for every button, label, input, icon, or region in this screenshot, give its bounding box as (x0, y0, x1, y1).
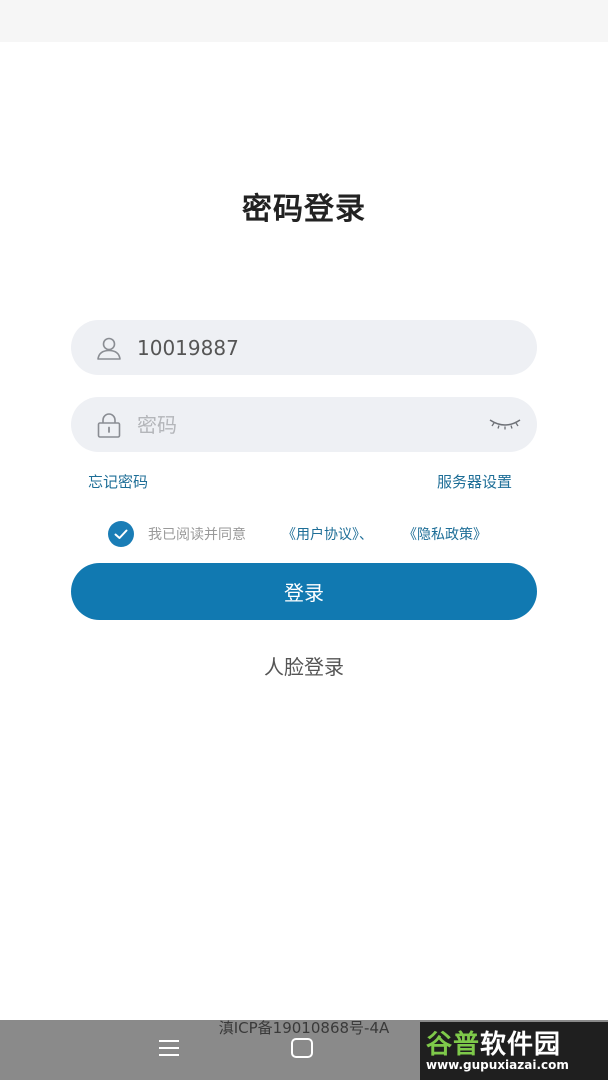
agreement-checkbox[interactable] (108, 521, 134, 547)
server-settings-link[interactable]: 服务器设置 (437, 471, 512, 492)
face-login-link[interactable]: 人脸登录 (0, 651, 608, 680)
username-input[interactable] (137, 320, 477, 375)
watermark-url: www.gupuxiazai.com (426, 1058, 569, 1072)
user-agreement-link[interactable]: 《用户协议》、 (282, 524, 373, 544)
watermark-logo: 谷普软件园 www.gupuxiazai.com (420, 1022, 608, 1080)
login-button[interactable]: 登录 (71, 563, 537, 620)
check-icon (114, 529, 128, 539)
eye-closed-icon[interactable] (487, 414, 523, 434)
watermark-brand-part1: 谷普 (426, 1030, 481, 1060)
password-input[interactable] (137, 397, 477, 452)
page-title: 密码登录 (242, 192, 366, 227)
home-icon[interactable] (290, 1037, 314, 1063)
user-icon (95, 334, 123, 362)
status-bar (0, 0, 608, 42)
privacy-policy-link[interactable]: 《隐私政策》 (403, 524, 487, 544)
forgot-password-link[interactable]: 忘记密码 (88, 471, 148, 492)
username-field[interactable] (71, 320, 537, 375)
agreement-row: 我已阅读并同意 《用户协议》、 《隐私政策》 (108, 521, 548, 547)
menu-icon[interactable] (158, 1038, 180, 1062)
password-field[interactable] (71, 397, 537, 452)
agreement-text: 我已阅读并同意 (148, 527, 246, 543)
watermark-brand-part2: 软件园 (480, 1030, 562, 1060)
lock-icon (95, 411, 123, 439)
